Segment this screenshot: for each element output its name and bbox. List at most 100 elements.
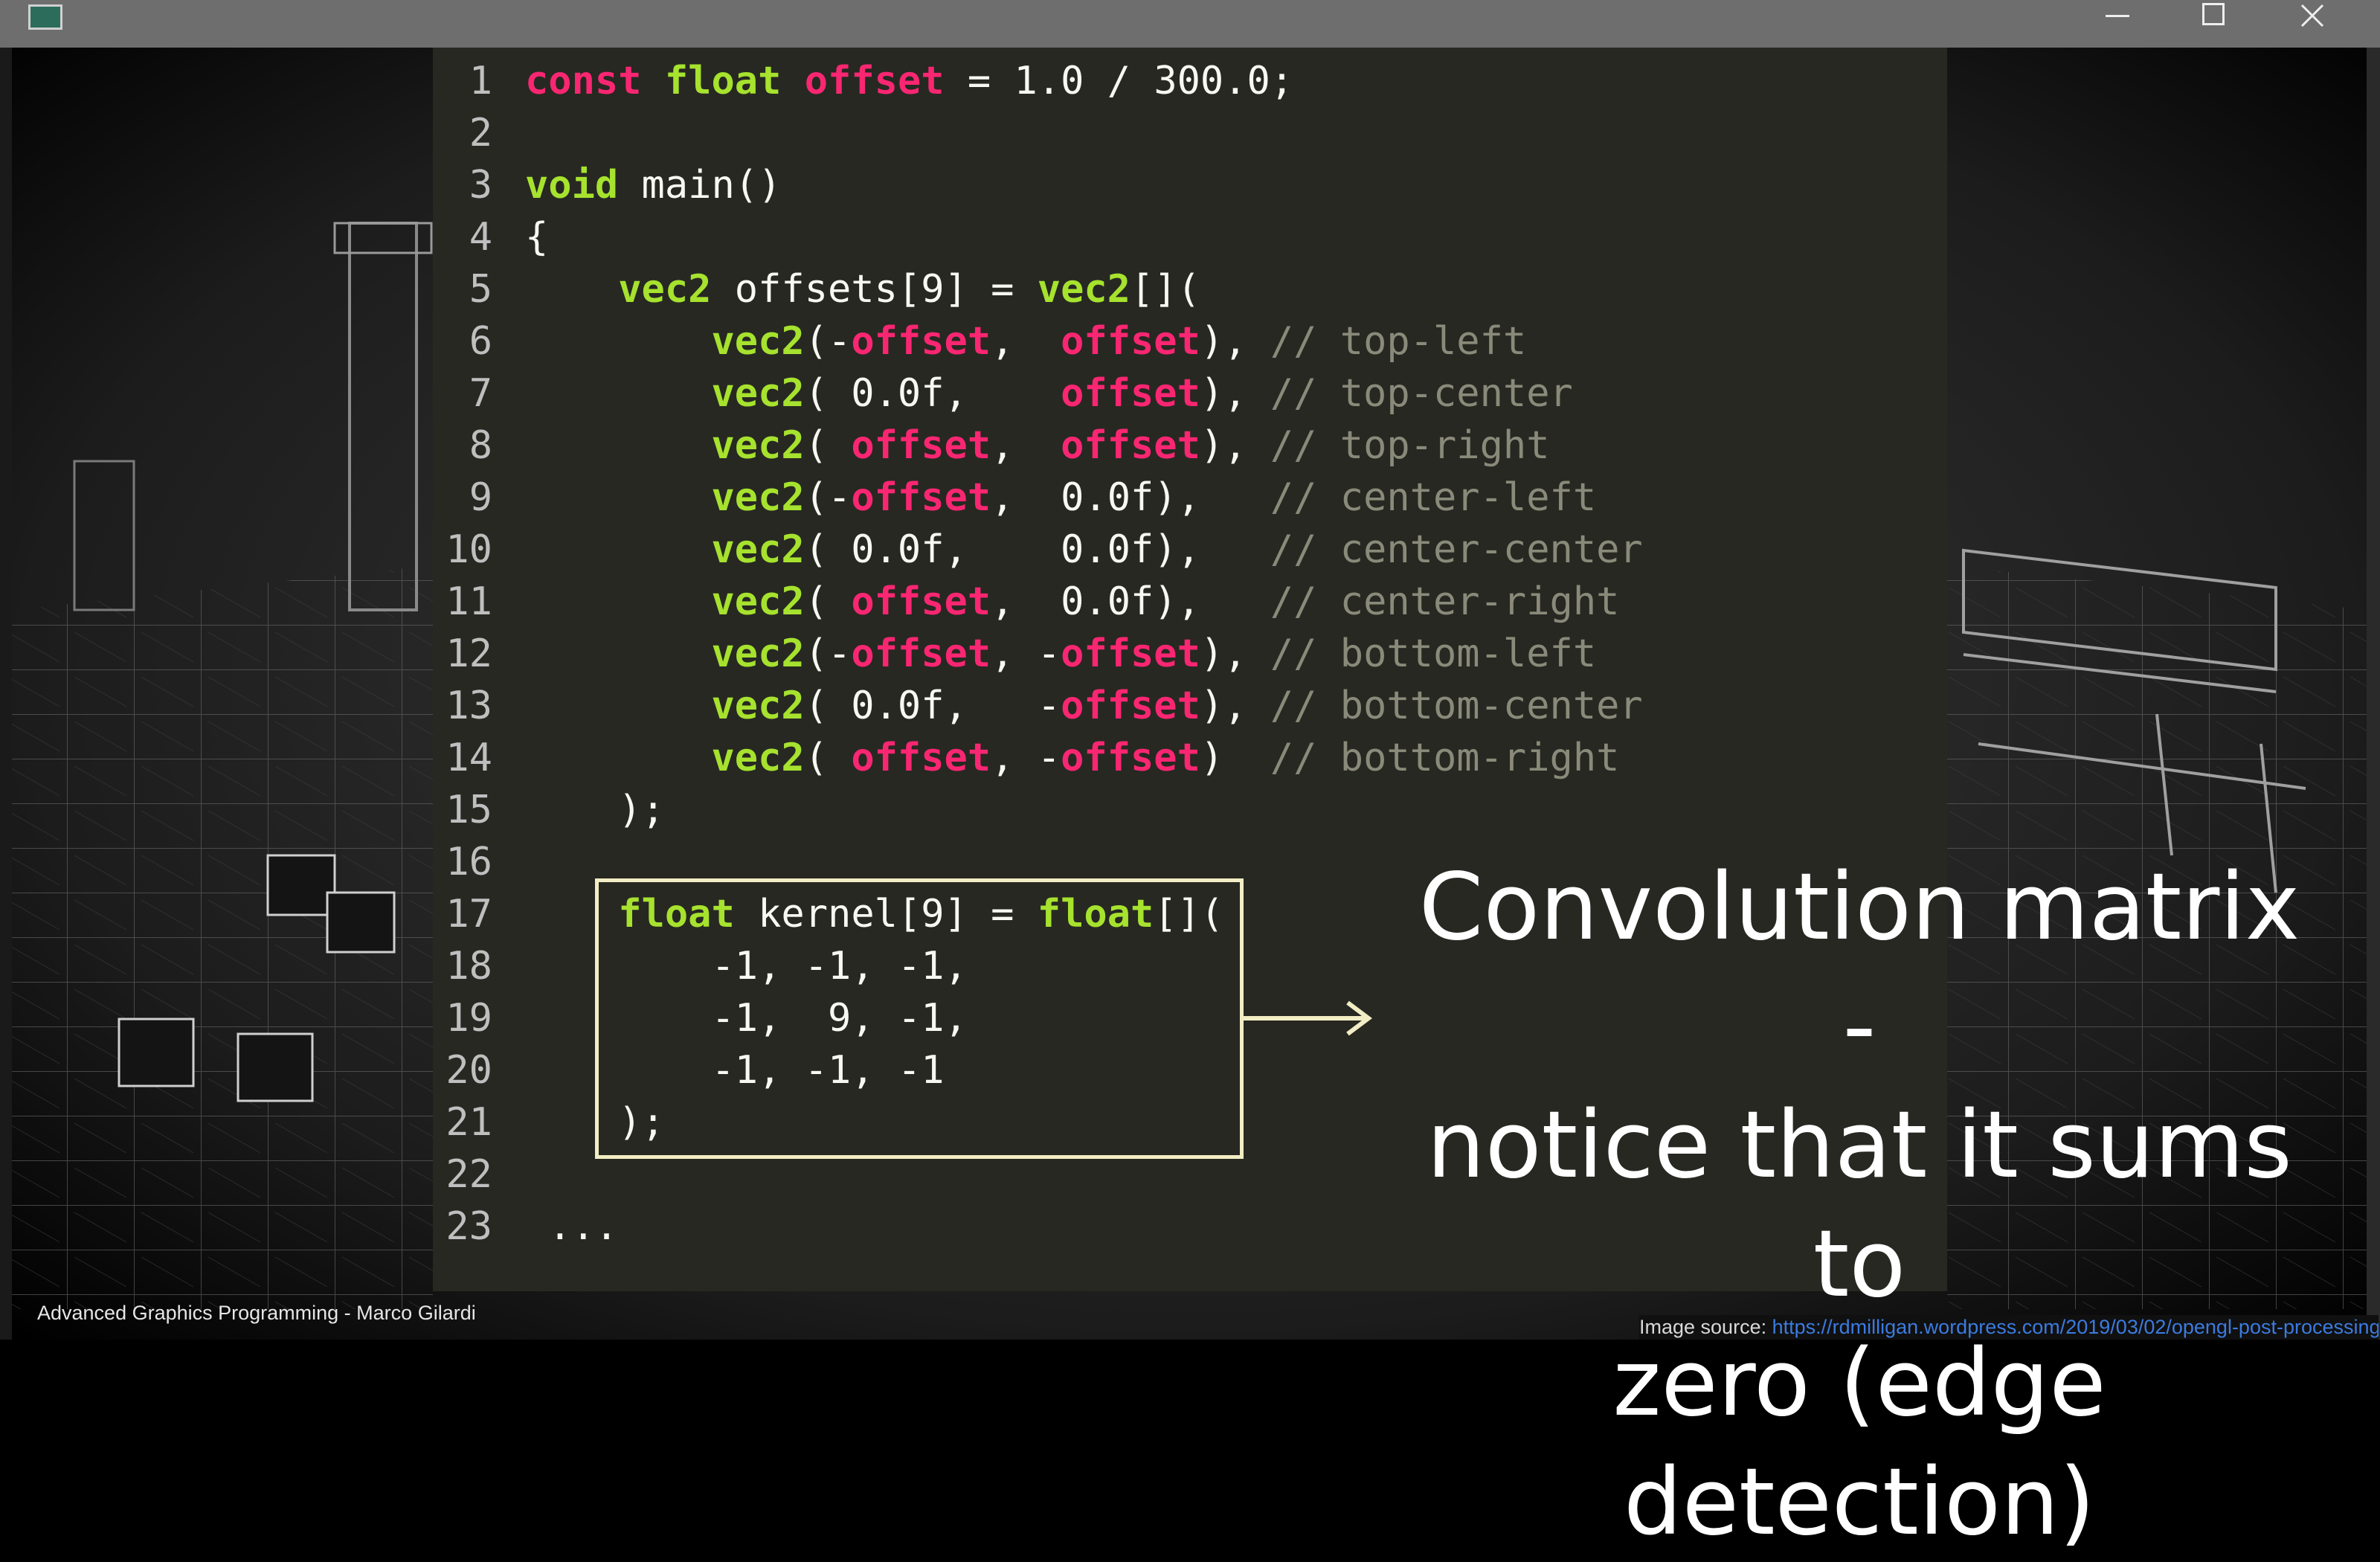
code-line: 12 vec2(-offset, -offset), // bottom-lef… <box>433 628 1947 680</box>
code-line: 5 vec2 offsets[9] = vec2[]( <box>433 263 1947 315</box>
annotation-line-2: notice that it sums to <box>1427 1092 2292 1318</box>
code-token: ); <box>525 788 665 832</box>
line-number: 8 <box>469 423 492 468</box>
code-keyword: vec2 <box>711 475 805 520</box>
line-number: 19 <box>446 996 492 1041</box>
code-token: ( <box>804 579 852 624</box>
code-line: 11 vec2( offset, 0.0f), // center-right <box>433 576 1947 628</box>
code-token: (- <box>804 475 852 520</box>
code-keyword: vec2 <box>711 631 805 676</box>
code-token: ( 0.0f, 0.0f), <box>804 527 1270 572</box>
code-comment: // center-left <box>1270 475 1597 520</box>
code-line: 8 vec2( offset, offset), // top-right <box>433 420 1947 472</box>
code-line: 10 vec2( 0.0f, 0.0f), // center-center <box>433 524 1947 576</box>
code-comment: // bottom-center <box>1270 684 1643 728</box>
minimize-button[interactable] <box>2069 0 2166 33</box>
code-line: 6 vec2(-offset, offset), // top-left <box>433 315 1947 367</box>
code-line: 7 vec2( 0.0f, offset), // top-center <box>433 367 1947 420</box>
code-keyword: offset <box>1061 684 1200 728</box>
line-number: 5 <box>469 267 492 312</box>
code-token: ), <box>1200 371 1270 416</box>
code-token: ( 0.0f, <box>804 371 1061 416</box>
code-line: 9 vec2(-offset, 0.0f), // center-left <box>433 472 1947 524</box>
code-token: ) <box>1200 736 1270 780</box>
code-comment: // center-right <box>1270 579 1620 624</box>
maximize-button[interactable] <box>2166 0 2262 33</box>
code-keyword: offset <box>1061 371 1200 416</box>
code-keyword: offset <box>851 631 991 676</box>
close-icon <box>2300 4 2324 28</box>
code-keyword: void <box>525 163 619 208</box>
code-token: (- <box>804 319 852 364</box>
code-line: 15 ); <box>433 784 1947 836</box>
code-keyword: offset <box>851 319 991 364</box>
line-number: 9 <box>469 475 492 520</box>
line-number: 21 <box>446 1100 492 1145</box>
code-keyword: vec2 <box>1037 267 1130 312</box>
code-line: 13 vec2( 0.0f, -offset), // bottom-cente… <box>433 680 1947 732</box>
code-keyword: float <box>664 59 782 103</box>
line-number: 23 <box>446 1204 492 1249</box>
code-line: 4{ <box>433 211 1947 263</box>
line-number: 3 <box>469 163 492 208</box>
footer-credit: Advanced Graphics Programming - Marco Gi… <box>37 1302 476 1324</box>
code-token: , - <box>991 631 1061 676</box>
code-text: vec2(-offset, 0.0f), // center-left <box>525 472 1596 524</box>
image-source-link[interactable]: https://rdmilligan.wordpress.com/2019/03… <box>1772 1316 2379 1338</box>
code-token: , - <box>991 736 1061 780</box>
code-token: (- <box>804 631 852 676</box>
line-number: 1 <box>469 59 492 103</box>
code-token: , <box>991 423 1061 468</box>
code-text: vec2 offsets[9] = vec2[]( <box>525 263 1200 315</box>
code-keyword: vec2 <box>711 736 805 780</box>
app-window-icon <box>28 4 62 30</box>
code-token: , 0.0f), <box>991 579 1270 624</box>
code-comment: // bottom-right <box>1270 736 1620 780</box>
code-text: vec2( offset, -offset) // bottom-right <box>525 732 1619 784</box>
window-right-border <box>2367 48 2380 1340</box>
code-token: ... <box>525 1204 619 1249</box>
code-keyword: offset <box>804 59 945 103</box>
code-line: 2 <box>433 107 1947 159</box>
code-token: ), <box>1200 319 1270 364</box>
line-number: 6 <box>469 319 492 364</box>
line-number: 20 <box>446 1048 492 1093</box>
line-number: 7 <box>469 371 492 416</box>
line-number: 16 <box>446 840 492 884</box>
code-keyword: const <box>525 59 642 103</box>
code-text: { <box>525 211 548 263</box>
code-keyword: offset <box>1061 319 1200 364</box>
code-token: ), <box>1200 423 1270 468</box>
code-comment: // top-right <box>1270 423 1550 468</box>
code-text: vec2( offset, 0.0f), // center-right <box>525 576 1619 628</box>
window-left-border <box>0 48 12 1340</box>
close-button[interactable] <box>2264 0 2361 33</box>
code-text: vec2( offset, offset), // top-right <box>525 420 1550 472</box>
code-comment: // top-left <box>1270 319 1527 364</box>
maximize-icon <box>2202 3 2225 25</box>
annotation-line-3: zero (edge detection) <box>1612 1330 2106 1556</box>
window-titlebar <box>0 0 2380 48</box>
image-source-footer: Image source: https://rdmilligan.wordpre… <box>1639 1315 2379 1340</box>
code-line: 3 void main() <box>433 159 1947 211</box>
code-token: ), <box>1200 631 1270 676</box>
code-token: ( 0.0f, - <box>804 684 1061 728</box>
code-token: , 0.0f), <box>991 475 1270 520</box>
code-text: vec2( 0.0f, 0.0f), // center-center <box>525 524 1643 576</box>
code-comment: // center-center <box>1270 527 1643 572</box>
code-comment: // top-center <box>1270 371 1573 416</box>
code-token: , <box>991 319 1061 364</box>
code-keyword: vec2 <box>711 579 805 624</box>
code-token: offsets[9] = <box>711 267 1038 312</box>
annotation-line-1: Convolution matrix - <box>1418 854 2300 1080</box>
line-number: 14 <box>446 736 492 780</box>
code-line: 14 vec2( offset, -offset) // bottom-righ… <box>433 732 1947 784</box>
line-number: 22 <box>446 1152 492 1197</box>
code-text: ); <box>525 784 665 836</box>
